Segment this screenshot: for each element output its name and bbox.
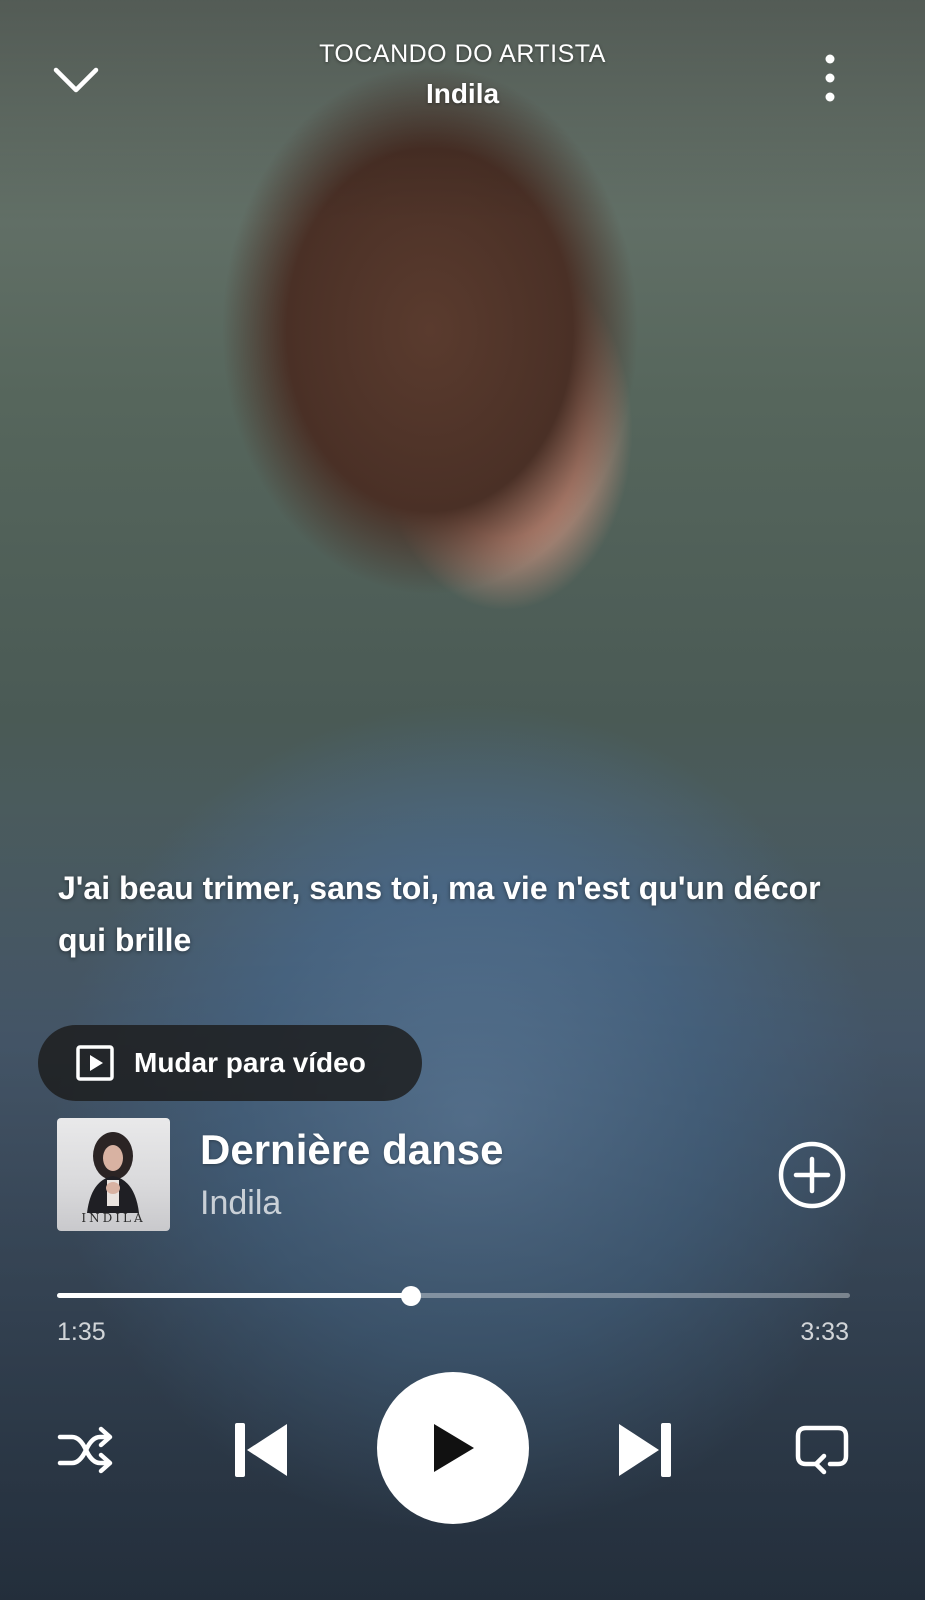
more-vertical-icon xyxy=(825,54,835,102)
play-video-icon xyxy=(76,1045,114,1081)
add-to-library-button[interactable] xyxy=(777,1140,847,1210)
now-playing-screen: TOCANDO DO ARTISTA Indila J'ai beau trim… xyxy=(0,0,925,1600)
playback-controls xyxy=(0,1372,925,1528)
now-playing-header: TOCANDO DO ARTISTA Indila xyxy=(0,0,925,130)
progress-thumb[interactable] xyxy=(400,1286,421,1306)
repeat-button[interactable] xyxy=(790,1420,854,1480)
switch-to-video-button[interactable]: Mudar para vídeo xyxy=(38,1025,422,1101)
video-background xyxy=(0,0,925,1600)
more-options-button[interactable] xyxy=(800,48,860,108)
skip-next-icon xyxy=(619,1423,671,1477)
track-info: INDILA Dernière danse Indila xyxy=(57,1118,867,1232)
shuffle-icon xyxy=(57,1426,113,1474)
repeat-icon xyxy=(795,1425,849,1475)
album-art[interactable]: INDILA xyxy=(57,1118,170,1231)
elapsed-time: 1:35 xyxy=(57,1318,106,1346)
track-artist[interactable]: Indila xyxy=(200,1184,281,1223)
next-button[interactable] xyxy=(610,1417,680,1483)
switch-to-video-label: Mudar para vídeo xyxy=(134,1047,366,1078)
skip-previous-icon xyxy=(235,1423,287,1477)
play-icon xyxy=(434,1424,474,1472)
track-title[interactable]: Dernière danse xyxy=(200,1126,503,1174)
play-button[interactable] xyxy=(377,1372,529,1524)
lyrics-line[interactable]: J'ai beau trimer, sans toi, ma vie n'est… xyxy=(58,862,858,966)
progress-bar[interactable] xyxy=(57,1286,850,1306)
previous-button[interactable] xyxy=(226,1417,296,1483)
album-art-text: INDILA xyxy=(81,1211,146,1225)
context-name: Indila xyxy=(425,78,500,109)
shuffle-button[interactable] xyxy=(54,1420,118,1480)
progress-fill xyxy=(57,1293,411,1298)
add-circle-icon xyxy=(778,1141,846,1209)
context-label: TOCANDO DO ARTISTA xyxy=(319,40,606,68)
total-time: 3:33 xyxy=(800,1318,849,1346)
